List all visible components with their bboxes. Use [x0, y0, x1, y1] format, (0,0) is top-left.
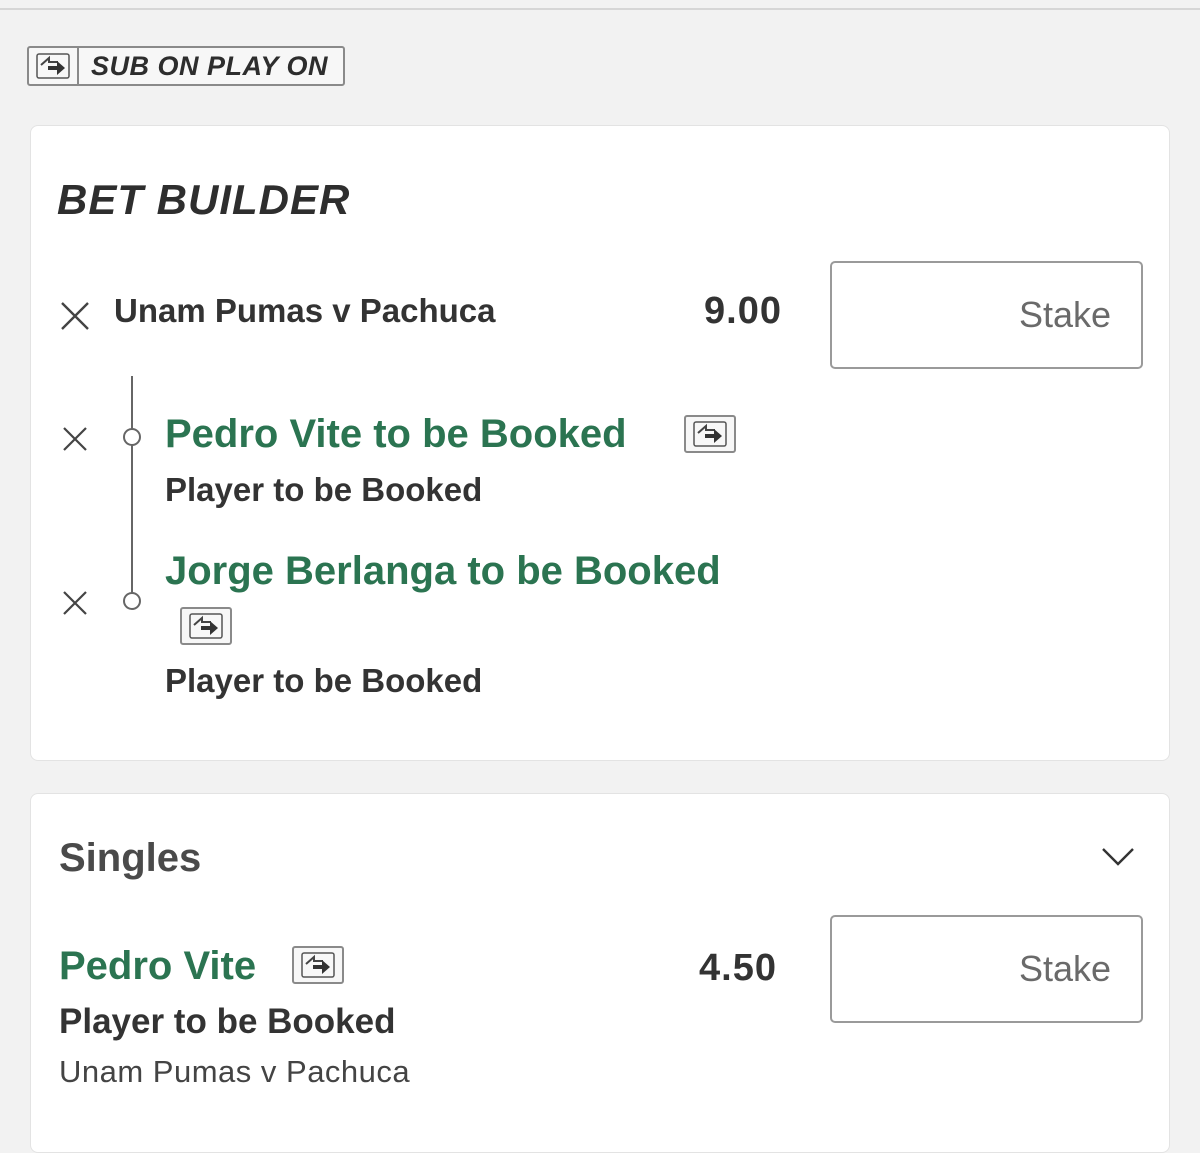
- sub-swap-icon: [29, 48, 79, 84]
- remove-leg-close-icon[interactable]: [62, 590, 88, 616]
- single-stake-input[interactable]: Stake: [830, 915, 1143, 1023]
- sub-swap-icon: [180, 607, 232, 645]
- singles-card: Singles Pedro Vite 4.50 Stake Player to …: [30, 793, 1170, 1153]
- legs-connector-line: [131, 376, 133, 601]
- sub-on-play-on-label: SUB ON PLAY ON: [91, 50, 329, 81]
- bet-builder-stake-input[interactable]: Stake: [830, 261, 1143, 369]
- bet-builder-event-name: Unam Pumas v Pachuca: [114, 292, 496, 329]
- stake-placeholder: Stake: [1018, 948, 1111, 989]
- single-selection-name: Pedro Vite: [59, 944, 257, 988]
- stake-placeholder: Stake: [1018, 294, 1111, 335]
- leg-market-name: Player to be Booked: [165, 662, 483, 699]
- remove-bet-builder-close-icon[interactable]: [59, 300, 91, 332]
- single-event-name: Unam Pumas v Pachuca: [59, 1054, 411, 1089]
- chevron-down-icon[interactable]: [1101, 846, 1135, 868]
- top-divider: [0, 0, 1200, 10]
- remove-leg-close-icon[interactable]: [62, 426, 88, 452]
- leg-market-name: Player to be Booked: [165, 471, 483, 508]
- sub-swap-icon: [684, 415, 736, 453]
- bet-builder-odds: 9.00: [704, 290, 782, 332]
- sub-swap-icon: [292, 946, 344, 984]
- sub-on-play-on-badge: SUB ON PLAY ON: [27, 46, 345, 86]
- bet-builder-card: BET BUILDER Unam Pumas v Pachuca 9.00 St…: [30, 125, 1170, 761]
- leg-dot: [123, 592, 141, 610]
- singles-title: Singles: [59, 836, 202, 880]
- leg-selection-name: Pedro Vite to be Booked: [165, 412, 627, 456]
- leg-dot: [123, 428, 141, 446]
- single-odds: 4.50: [699, 947, 777, 989]
- leg-selection-name: Jorge Berlanga to be Booked: [165, 549, 721, 593]
- bet-builder-title: BET BUILDER: [57, 176, 351, 223]
- single-market-name: Player to be Booked: [59, 1002, 396, 1041]
